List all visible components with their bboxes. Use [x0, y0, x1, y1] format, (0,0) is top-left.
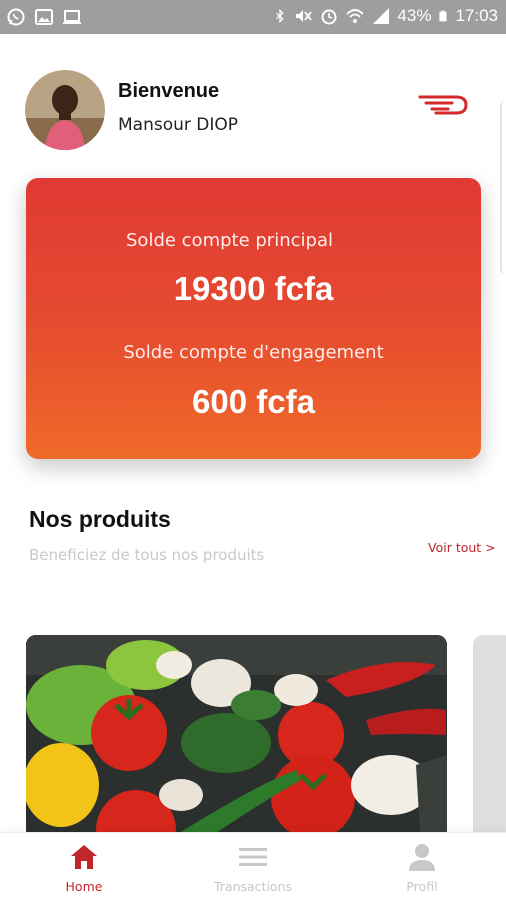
- balance-card[interactable]: Solde compte principal 19300 fcfa Solde …: [26, 178, 481, 459]
- main-balance-label: Solde compte principal: [126, 230, 333, 251]
- side-edge: [500, 100, 506, 275]
- see-all-link[interactable]: Voir tout >: [428, 540, 496, 555]
- product-image: [26, 635, 447, 850]
- home-icon: [71, 845, 97, 869]
- main-balance-amount: 19300 fcfa: [173, 270, 334, 307]
- nav-transactions[interactable]: Transactions: [169, 833, 337, 900]
- user-name: Mansour DIOP: [118, 115, 239, 135]
- products-title: Nos produits: [29, 506, 171, 532]
- battery-percent: 43%: [397, 6, 432, 25]
- engagement-balance-amount: 600 fcfa: [192, 383, 315, 420]
- clock: 17:03: [455, 6, 498, 25]
- bluetooth-icon: [276, 8, 285, 24]
- wifi-icon: [346, 9, 365, 23]
- nav-profile[interactable]: Profil: [338, 833, 506, 900]
- battery-icon: [439, 10, 448, 22]
- alarm-icon: [321, 9, 337, 25]
- avatar-photo: [25, 70, 105, 150]
- nav-profile-label: Profil: [406, 879, 438, 894]
- user-icon: [409, 844, 435, 871]
- signal-icon: [373, 8, 390, 24]
- products-subtitle: Beneficiez de tous nos produits: [29, 546, 265, 564]
- nav-home[interactable]: Home: [0, 833, 168, 900]
- nav-transactions-label: Transactions: [213, 879, 293, 894]
- avatar[interactable]: [25, 70, 105, 150]
- whatsapp-icon: [7, 8, 25, 26]
- brand-logo-icon[interactable]: [418, 94, 468, 116]
- menu-icon: [239, 848, 267, 866]
- gallery-icon: [35, 9, 53, 25]
- mute-icon: [296, 10, 313, 22]
- nav-home-label: Home: [65, 879, 103, 894]
- greeting-text: Bienvenue: [118, 80, 220, 102]
- product-card-next[interactable]: [473, 635, 506, 850]
- product-card[interactable]: [26, 635, 447, 850]
- engagement-balance-label: Solde compte d'engagement: [123, 342, 384, 363]
- bottom-nav: Home Transactions Profil: [0, 832, 506, 900]
- laptop-icon: [63, 10, 81, 24]
- status-bar: 43% 17:03: [0, 0, 506, 34]
